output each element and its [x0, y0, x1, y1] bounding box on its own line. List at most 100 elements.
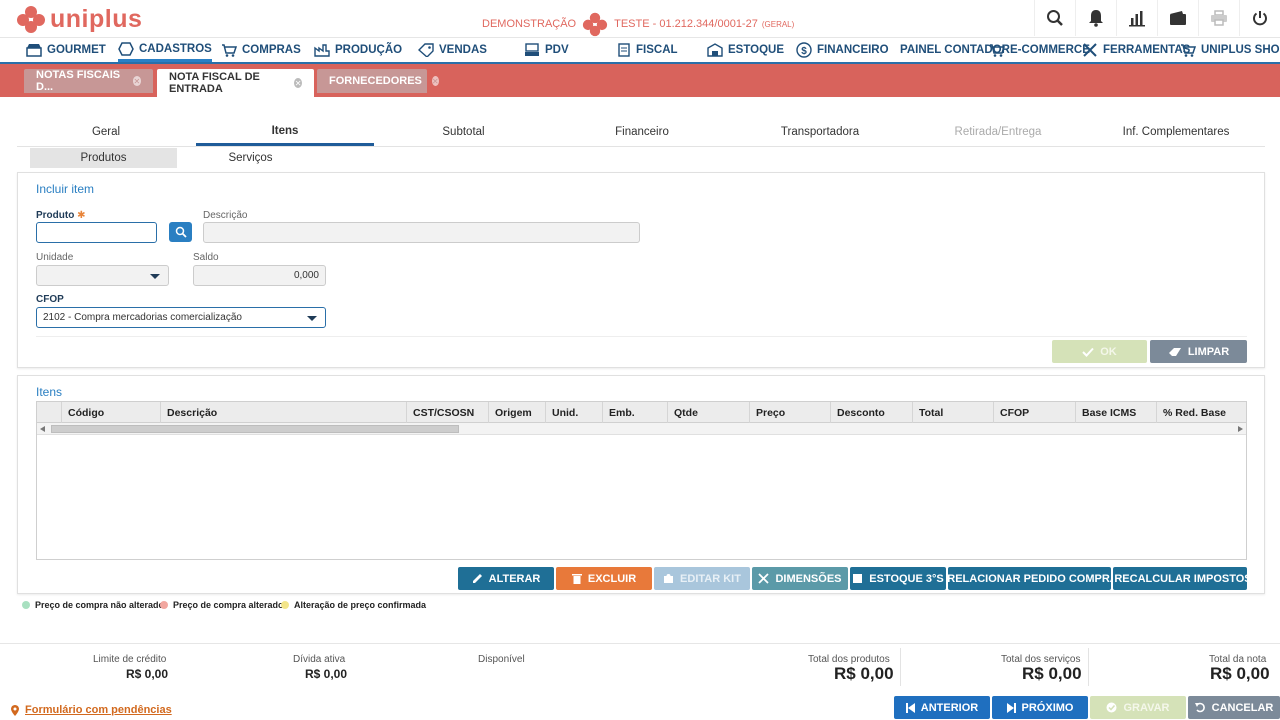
- chart-icon[interactable]: [1116, 0, 1157, 36]
- gravar-button[interactable]: GRAVAR: [1090, 696, 1186, 719]
- col-preco[interactable]: Preço: [749, 402, 830, 423]
- close-icon[interactable]: ✕: [132, 76, 141, 86]
- tab-subtotal[interactable]: Subtotal: [374, 118, 553, 146]
- next-icon: [1006, 702, 1016, 713]
- menu-gourmet[interactable]: GOURMET: [26, 38, 106, 62]
- total-servicos-value: R$ 0,00: [1022, 664, 1082, 683]
- cart-icon: [1181, 44, 1196, 57]
- include-item-title: Incluir item: [36, 182, 95, 196]
- legend-item: Preço de compra não alterado: [22, 600, 164, 610]
- excluir-button[interactable]: EXCLUIR: [556, 567, 652, 590]
- tab-fornecedores[interactable]: FORNECEDORES ✕: [317, 69, 439, 93]
- menu-ecommerce[interactable]: E-COMMERCE: [989, 38, 1090, 62]
- col-unid[interactable]: Unid.: [545, 402, 602, 423]
- menu-estoque[interactable]: ESTOQUE: [707, 38, 784, 62]
- anterior-button[interactable]: ANTERIOR: [894, 696, 990, 719]
- legend-item: Alteração de preço confirmada: [281, 600, 426, 610]
- divida-ativa-label: Dívida ativa: [293, 654, 346, 665]
- produto-label: Produto ✱: [36, 210, 86, 221]
- brand-name: uniplus: [50, 4, 143, 33]
- close-icon[interactable]: ✕: [294, 78, 302, 88]
- total-produtos-value: R$ 0,00: [834, 664, 894, 683]
- produto-input[interactable]: [36, 222, 157, 243]
- estoque-terceiros-button[interactable]: ESTOQUE 3°S: [850, 567, 946, 590]
- bell-icon[interactable]: [1075, 0, 1116, 36]
- col-codigo[interactable]: Código: [61, 402, 161, 423]
- unidade-label: Unidade: [36, 252, 74, 263]
- tab-servicos[interactable]: Serviços: [177, 148, 324, 168]
- legend-dot-icon: [160, 601, 168, 609]
- tab-nota-fiscal-entrada[interactable]: NOTA FISCAL DE ENTRADA ✕: [157, 69, 314, 97]
- legend-dot-icon: [22, 601, 30, 609]
- menu-ferramentas[interactable]: FERRAMENTAS: [1082, 38, 1190, 62]
- menu-pdv[interactable]: PDV: [524, 38, 569, 62]
- ok-button[interactable]: OK: [1052, 340, 1147, 363]
- tab-inf-complementares[interactable]: Inf. Complementares: [1087, 118, 1265, 146]
- tab-transportadora[interactable]: Transportadora: [731, 118, 909, 146]
- total-nota-value: R$ 0,00: [1210, 664, 1270, 683]
- hexagon-icon: [118, 41, 134, 56]
- search-icon[interactable]: [1034, 0, 1075, 36]
- tab-produtos[interactable]: Produtos: [30, 148, 177, 168]
- dollar-icon: $: [796, 42, 812, 58]
- pos-icon: [525, 43, 539, 56]
- environment-info: DEMONSTRAÇÃO TESTE - 01.212.344/0001-27 …: [482, 11, 794, 37]
- menu-producao[interactable]: PRODUÇÃO: [314, 38, 402, 62]
- relacionar-pedido-compra-button[interactable]: RELACIONAR PEDIDO COMPRA: [947, 567, 1118, 590]
- pendencias-link[interactable]: Formulário com pendências: [11, 704, 172, 716]
- menu-cadastros[interactable]: CADASTROS: [118, 38, 212, 62]
- power-icon[interactable]: [1239, 0, 1280, 36]
- col-red-base[interactable]: % Red. Base: [1156, 402, 1246, 423]
- cfop-select[interactable]: 2102 - Compra mercadorias comercializaçã…: [36, 307, 326, 328]
- scrollbar-thumb[interactable]: [51, 425, 459, 433]
- cfop-label: CFOP: [36, 294, 64, 305]
- col-base-icms[interactable]: Base ICMS: [1075, 402, 1156, 423]
- descricao-label: Descrição: [203, 210, 248, 221]
- printer-icon[interactable]: [1198, 0, 1239, 36]
- uniplus-logo-icon: [17, 6, 45, 33]
- tab-notas-fiscais[interactable]: NOTAS FISCAIS D... ✕: [24, 69, 153, 93]
- close-icon[interactable]: ✕: [431, 76, 439, 86]
- descricao-field: [203, 222, 640, 243]
- proximo-button[interactable]: PRÓXIMO: [992, 696, 1088, 719]
- check-icon: [1082, 347, 1094, 357]
- box-icon: [853, 574, 863, 583]
- menu-financeiro[interactable]: $ FINANCEIRO: [796, 38, 889, 62]
- limite-credito-label: Limite de crédito: [93, 654, 167, 665]
- col-qtde[interactable]: Qtde: [667, 402, 749, 423]
- items-table[interactable]: Código Descrição CST/CSOSN Origem Unid. …: [36, 401, 1247, 560]
- scroll-right-icon[interactable]: [1238, 426, 1243, 432]
- pin-icon: [11, 704, 19, 716]
- menu-vendas[interactable]: VENDAS: [418, 38, 487, 62]
- col-cst-csosn[interactable]: CST/CSOSN: [406, 402, 488, 423]
- recalcular-impostos-button[interactable]: RECALCULAR IMPOSTOS: [1113, 567, 1252, 590]
- col-origem[interactable]: Origem: [488, 402, 545, 423]
- col-total[interactable]: Total: [912, 402, 993, 423]
- wallet-icon[interactable]: [1157, 0, 1198, 36]
- menu-uniplus-shop[interactable]: UNIPLUS SHOP: [1180, 38, 1280, 62]
- tab-itens[interactable]: Itens: [196, 118, 374, 146]
- store-icon: [26, 44, 42, 57]
- menu-compras[interactable]: COMPRAS: [221, 38, 301, 62]
- eraser-icon: [1168, 347, 1181, 356]
- puzzle-icon: [664, 574, 674, 583]
- tab-geral[interactable]: Geral: [17, 118, 195, 146]
- tab-financeiro[interactable]: Financeiro: [553, 118, 731, 146]
- limpar-button[interactable]: LIMPAR: [1150, 340, 1247, 363]
- search-product-button[interactable]: [169, 222, 192, 242]
- unidade-select[interactable]: [36, 265, 169, 286]
- dimensoes-button[interactable]: DIMENSÕES: [752, 567, 848, 590]
- scroll-left-icon[interactable]: [40, 426, 45, 432]
- editar-kit-button[interactable]: EDITAR KIT: [654, 567, 750, 590]
- menu-fiscal[interactable]: FISCAL: [617, 38, 678, 62]
- items-title: Itens: [36, 385, 63, 399]
- horizontal-scrollbar[interactable]: [37, 423, 1246, 435]
- warehouse-icon: [707, 43, 723, 57]
- alterar-button[interactable]: ALTERAR: [458, 567, 554, 590]
- limite-credito-value: R$ 0,00: [126, 667, 169, 681]
- col-descricao[interactable]: Descrição: [160, 402, 406, 423]
- col-desconto[interactable]: Desconto: [830, 402, 912, 423]
- cancelar-button[interactable]: CANCELAR: [1188, 696, 1280, 719]
- col-cfop[interactable]: CFOP: [993, 402, 1075, 423]
- col-emb[interactable]: Emb.: [602, 402, 667, 423]
